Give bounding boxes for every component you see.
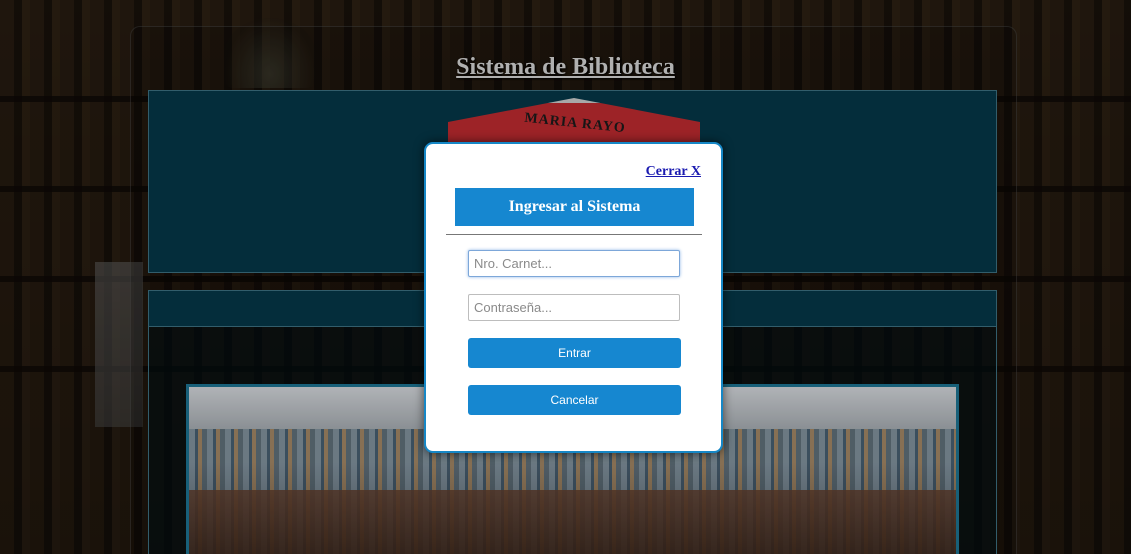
modal-title: Ingresar al Sistema — [455, 188, 694, 226]
login-modal: Cerrar X Ingresar al Sistema Entrar Canc… — [424, 142, 723, 453]
close-modal-link[interactable]: Cerrar X — [646, 164, 701, 180]
carnet-input[interactable] — [468, 250, 680, 277]
cancel-button[interactable]: Cancelar — [468, 385, 681, 415]
login-button[interactable]: Entrar — [468, 338, 681, 368]
password-input[interactable] — [468, 294, 680, 321]
divider — [446, 234, 702, 235]
